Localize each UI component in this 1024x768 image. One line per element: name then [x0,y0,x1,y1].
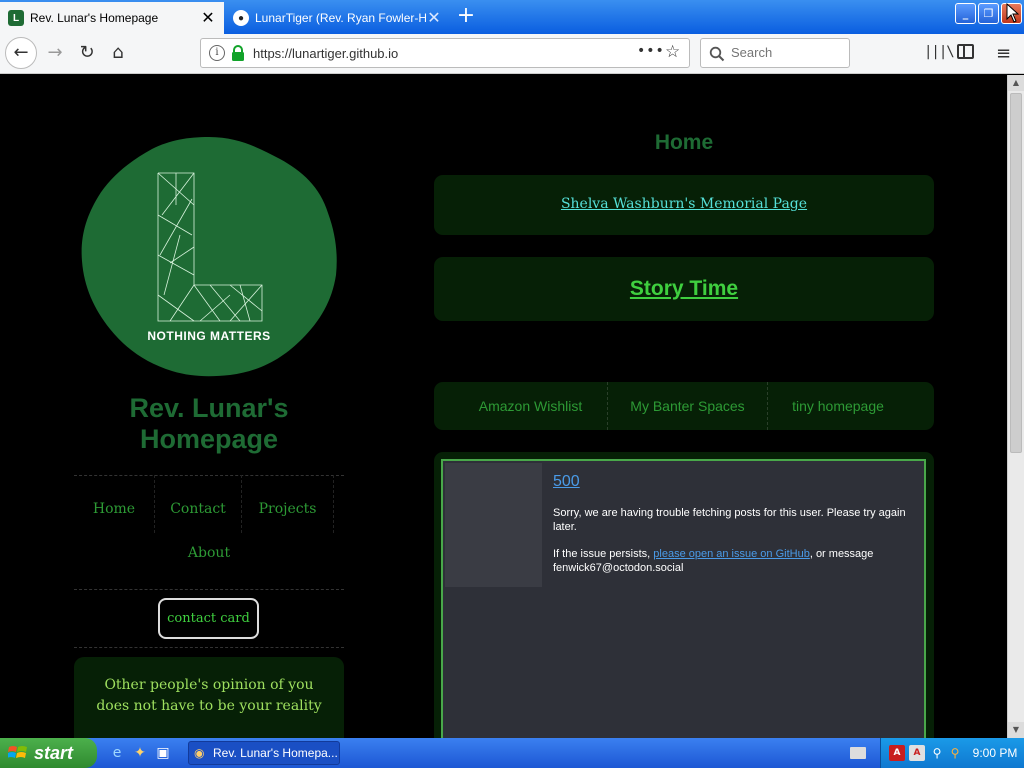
pdf-tool-icon[interactable]: A [909,745,925,761]
minimize-window-button[interactable]: _ [955,3,976,24]
home-button[interactable]: ⌂ [103,38,133,68]
navigation-toolbar: ← → ↻ ⌂ i https://lunartiger.github.io •… [0,34,1024,74]
tab-title: LunarTiger (Rev. Ryan Fowler-Hu [255,11,426,25]
page-heading: Home [654,131,714,154]
banter-spaces-link[interactable]: My Banter Spaces [608,382,768,430]
start-label: start [34,743,74,763]
site-navigation: Home Contact Projects About [74,475,344,591]
search-input[interactable] [731,45,841,60]
scroll-up-arrow-icon[interactable]: ▲ [1008,75,1024,91]
story-panel: Story Time [434,257,934,321]
story-time-link[interactable]: Story Time [630,277,738,301]
taskbar: start e ✦ ▣ ◉ Rev. Lunar's Homepa... A A… [0,738,1024,768]
windows-logo-icon [8,746,27,758]
firefox-icon: ◉ [194,746,205,760]
tiny-homepage-link[interactable]: tiny homepage [768,382,908,430]
quote-box: Other people's opinion of you does not h… [74,657,344,738]
search-tray-icon[interactable]: ⚲ [947,745,963,761]
nav-link-projects[interactable]: Projects [242,475,334,533]
taskbar-window-button[interactable]: ◉ Rev. Lunar's Homepa... [188,741,340,765]
lock-icon [232,45,244,61]
vertical-scrollbar[interactable]: ▲ ▼ [1007,75,1024,738]
hamburger-menu-icon[interactable]: ≡ [996,43,1011,64]
external-links-panel: Amazon Wishlist My Banter Spaces tiny ho… [434,382,934,430]
divider [74,589,344,590]
new-tab-button[interactable]: + [454,5,478,29]
site-info-icon[interactable]: i [209,45,225,61]
github-issue-link[interactable]: please open an issue on GitHub [653,548,810,560]
amazon-wishlist-link[interactable]: Amazon Wishlist [454,382,608,430]
pdf-reader-icon[interactable]: A [889,745,905,761]
social-feed-embed: 500 Sorry, we are having trouble fetchin… [441,459,926,738]
reload-button[interactable]: ↻ [72,38,102,68]
sidebar-toggle-icon[interactable] [957,44,974,59]
memorial-page-link[interactable]: Shelva Washburn's Memorial Page [561,196,807,212]
error-help-prefix: If the issue persists, [553,548,654,560]
scrollbar-thumb[interactable] [1010,93,1022,453]
internet-explorer-icon[interactable]: e [108,744,126,762]
page-content: NOTHING MATTERS Rev. Lunar's Homepage Ho… [0,75,1007,738]
tab-strip: L Rev. Lunar's Homepage ✕ ● LunarTiger (… [0,0,1024,34]
lunar-favicon-icon: L [8,10,24,26]
close-tab-icon[interactable]: ✕ [426,8,442,28]
error-code-link[interactable]: 500 [553,473,580,491]
url-text[interactable]: https://lunartiger.github.io [253,46,398,61]
search-icon [709,46,725,62]
contact-card-button[interactable]: contact card [158,598,259,639]
site-title: Rev. Lunar's Homepage [129,393,289,454]
network-icon[interactable]: ⚲ [929,745,945,761]
tab-title: Rev. Lunar's Homepage [30,11,159,25]
logo-tagline: NOTHING MATTERS [147,329,271,343]
nav-link-home[interactable]: Home [74,475,154,533]
clock: 9:00 PM [972,746,1018,760]
nav-link-contact[interactable]: Contact [154,475,242,533]
show-desktop-icon[interactable]: ▣ [154,744,172,762]
back-button[interactable]: ← [5,37,37,69]
error-help-message: If the issue persists, please open an is… [553,547,913,575]
github-favicon-icon: ● [233,10,249,26]
page-actions-icon[interactable]: ••• [637,43,665,59]
forward-button[interactable]: → [40,38,70,68]
mouse-cursor-icon [1006,3,1020,23]
library-icon[interactable]: |||\ [924,44,955,60]
close-tab-icon[interactable]: ✕ [200,8,216,28]
search-bar[interactable] [700,38,850,68]
error-message: Sorry, we are having trouble fetching po… [553,507,906,533]
taskbar-window-label: Rev. Lunar's Homepa... [213,746,338,760]
avatar [445,463,542,587]
keyboard-icon[interactable] [850,747,866,759]
media-player-icon[interactable]: ✦ [131,744,149,762]
system-tray: A A ⚲ ⚲ 9:00 PM [880,738,1024,768]
tab-lunar-homepage[interactable]: L Rev. Lunar's Homepage ✕ [0,2,224,34]
memorial-panel: Shelva Washburn's Memorial Page [434,175,934,235]
maximize-window-button[interactable]: ❐ [978,3,999,24]
tab-lunartiger-github[interactable]: ● LunarTiger (Rev. Ryan Fowler-Hu ✕ [225,2,450,34]
url-bar[interactable]: i https://lunartiger.github.io ••• ☆ [200,38,690,68]
start-button[interactable]: start [0,738,97,768]
nav-link-about[interactable]: About [169,545,249,561]
bookmark-star-icon[interactable]: ☆ [665,42,680,62]
divider [74,647,344,648]
scroll-down-arrow-icon[interactable]: ▼ [1008,722,1024,738]
